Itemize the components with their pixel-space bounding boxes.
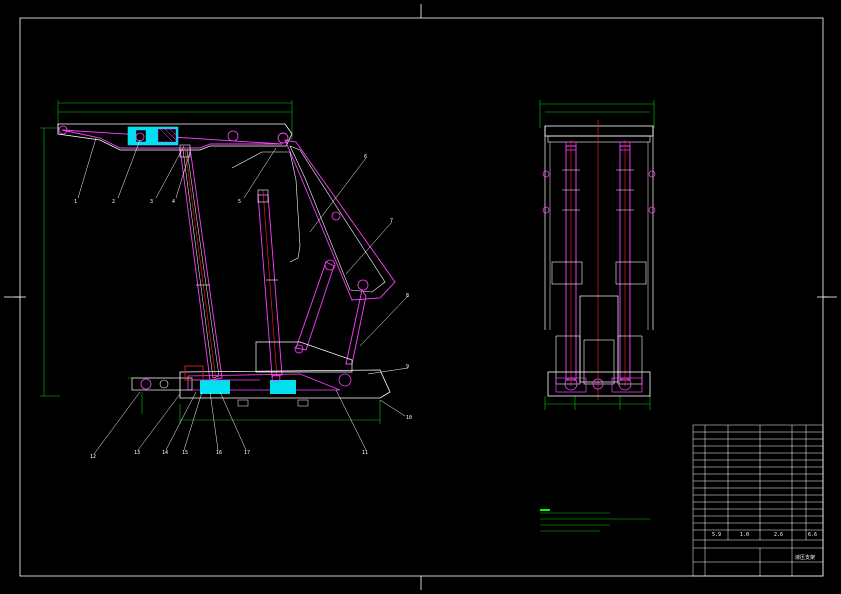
base bbox=[179, 341, 391, 407]
part-label: 1 bbox=[74, 199, 77, 205]
part-label: 2 bbox=[112, 199, 115, 205]
part-label: 15 bbox=[182, 450, 188, 456]
part-label: 14 bbox=[162, 450, 168, 456]
part-label: 9 bbox=[406, 364, 409, 370]
canopy-beam bbox=[57, 123, 293, 151]
end-view bbox=[539, 100, 656, 410]
advancing-jack bbox=[131, 365, 260, 391]
part-label: 10 bbox=[406, 415, 412, 421]
caving-shield bbox=[231, 139, 396, 301]
title-block bbox=[692, 424, 824, 577]
front-leg bbox=[179, 144, 223, 381]
drawing-title: 液压支架 bbox=[795, 554, 815, 561]
cad-drawing-canvas: 1 2 3 4 5 6 7 8 9 10 11 12 13 14 15 16 1… bbox=[4, 4, 837, 590]
total-value: 6.6 bbox=[808, 532, 817, 538]
total-value: 5.9 bbox=[712, 532, 721, 538]
end-view-legs bbox=[542, 120, 656, 400]
rear-leg bbox=[257, 189, 283, 379]
part-label: 12 bbox=[90, 454, 96, 460]
leader-lines bbox=[77, 137, 409, 455]
part-labels: 1 2 3 4 5 6 7 8 9 10 11 12 13 14 15 16 1… bbox=[74, 154, 412, 460]
end-view-dimensions bbox=[539, 100, 655, 410]
part-label: 16 bbox=[216, 450, 222, 456]
side-elevation-view: 1 2 3 4 5 6 7 8 9 10 11 12 13 14 15 16 1… bbox=[40, 100, 412, 460]
part-label: 7 bbox=[390, 218, 393, 224]
total-value: 1.0 bbox=[740, 532, 749, 538]
part-label: 13 bbox=[134, 450, 140, 456]
part-label: 17 bbox=[244, 450, 250, 456]
technical-notes bbox=[540, 509, 650, 532]
link-bar bbox=[294, 259, 367, 365]
part-label: 4 bbox=[172, 199, 175, 205]
part-label: 5 bbox=[238, 199, 241, 205]
part-label: 6 bbox=[364, 154, 367, 160]
parts-list-rows bbox=[693, 431, 823, 531]
part-label: 3 bbox=[150, 199, 153, 205]
part-label: 11 bbox=[362, 450, 368, 456]
part-label: 8 bbox=[406, 293, 409, 299]
total-value: 2.6 bbox=[774, 532, 783, 538]
